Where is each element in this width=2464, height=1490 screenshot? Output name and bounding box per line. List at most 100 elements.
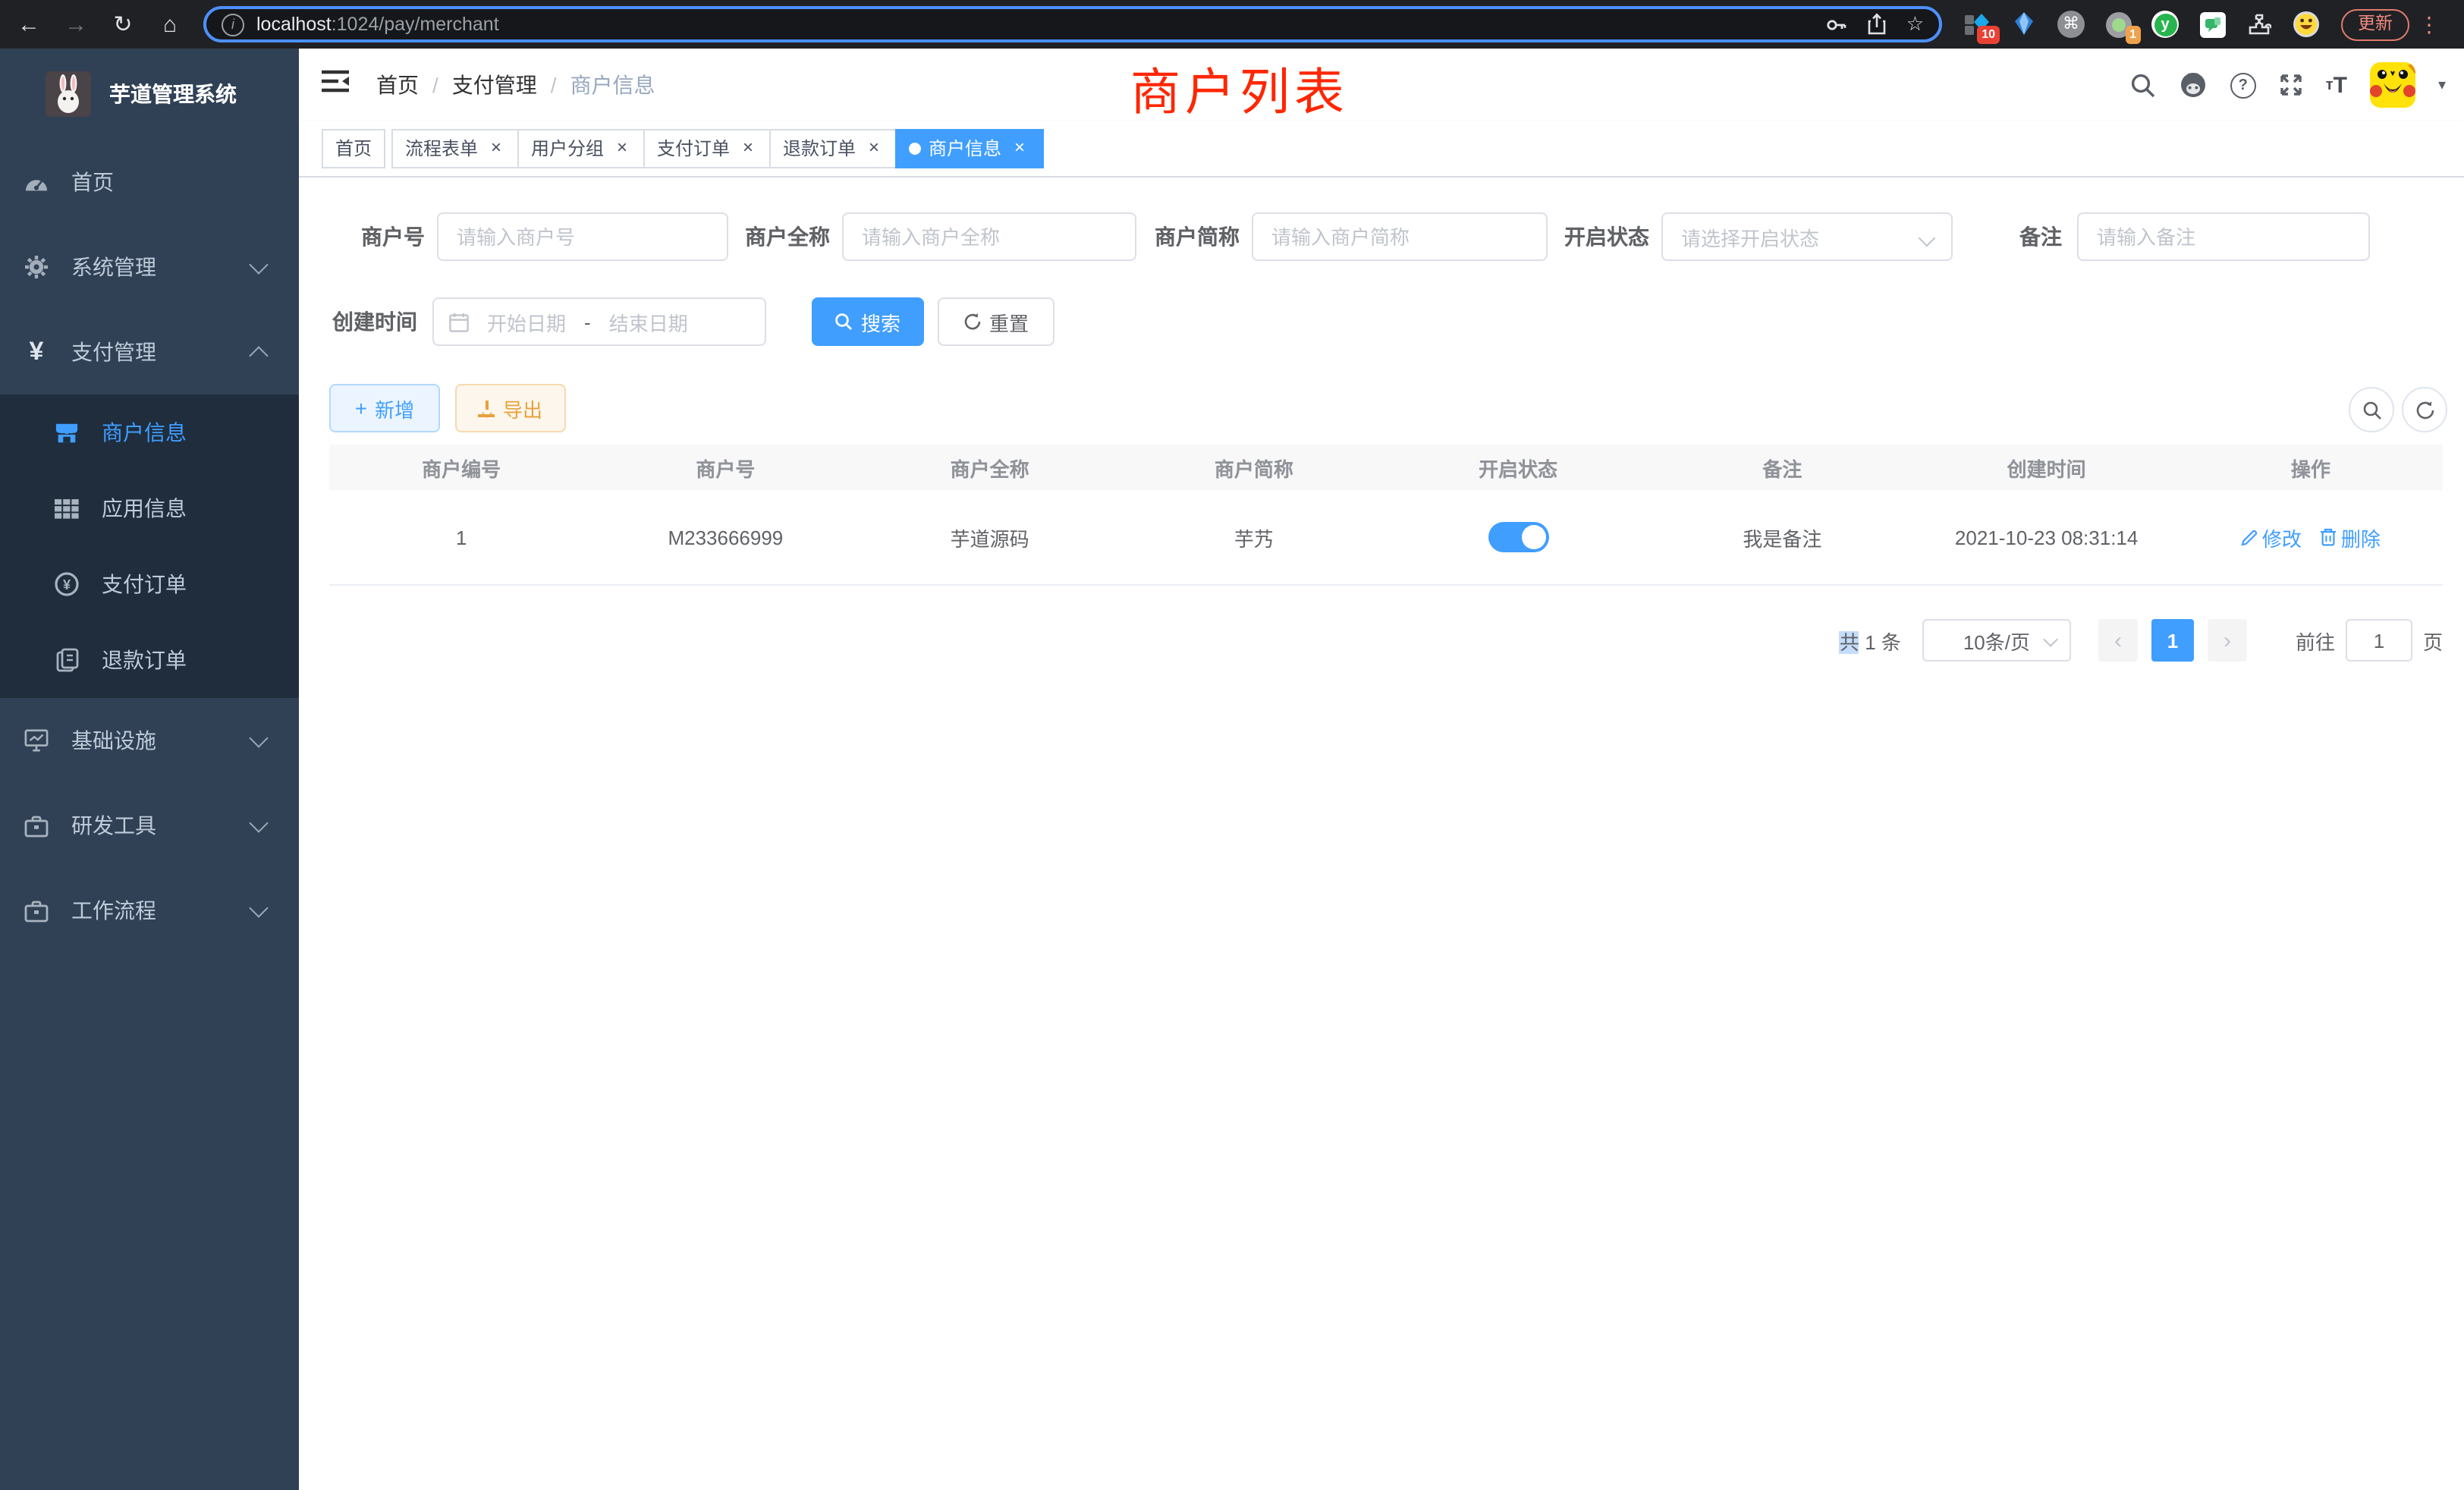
url-host: localhost [256, 14, 332, 35]
tab-user-group[interactable]: 用户分组× [517, 129, 646, 168]
chevron-down-icon [249, 255, 268, 274]
sidebar-item-system[interactable]: 系统管理 [0, 225, 299, 310]
browser-menu-kebab-icon[interactable]: ⋮ [2418, 11, 2440, 37]
status-select[interactable]: 请选择开启状态 [1661, 212, 1953, 261]
browser-toolbar: ← → ↻ ⌂ i localhost :1024/pay/merchant ☆… [0, 0, 2464, 49]
edit-link[interactable]: 修改 [2241, 523, 2302, 552]
reset-button[interactable]: 重置 [938, 297, 1054, 346]
help-icon[interactable]: ? [2230, 72, 2256, 98]
url-path: :1024/pay/merchant [332, 14, 499, 35]
breadcrumb-home[interactable]: 首页 [376, 70, 419, 100]
url-bar[interactable]: i localhost :1024/pay/merchant ☆ [203, 6, 1942, 42]
breadcrumb-section[interactable]: 支付管理 [452, 70, 537, 100]
extension-y-icon[interactable]: y [2151, 11, 2179, 38]
tab-home[interactable]: 首页 [322, 129, 385, 168]
breadcrumb: 首页 / 支付管理 / 商户信息 [376, 70, 655, 100]
download-icon [479, 400, 495, 417]
full-name-input[interactable] [842, 212, 1136, 261]
tab-process-form[interactable]: 流程表单× [391, 129, 520, 168]
remark-input[interactable] [2077, 212, 2370, 261]
col-header: 备注 [1650, 453, 1914, 482]
export-button[interactable]: 导出 [455, 384, 566, 432]
sidebar-item-label: 应用信息 [102, 493, 187, 523]
sidebar-item-label: 商户信息 [102, 417, 187, 448]
app-logo-row[interactable]: 芋道管理系统 [0, 49, 299, 140]
extension-gray-ball-icon[interactable]: 1 [2104, 11, 2132, 38]
extensions-row: 10 ⌘ 1 y [1963, 11, 2320, 38]
sidebar-collapse-icon[interactable] [322, 70, 349, 100]
grid-table-icon [55, 498, 79, 518]
tab-refund-order[interactable]: 退款订单× [769, 129, 898, 168]
plus-icon: + [355, 396, 367, 420]
extensions-puzzle-icon[interactable] [2246, 11, 2273, 38]
col-header: 商户编号 [329, 453, 593, 482]
col-header: 开启状态 [1386, 453, 1650, 482]
close-icon[interactable]: × [1009, 138, 1030, 159]
chevron-down-icon [1919, 230, 1936, 247]
search-icon [2362, 400, 2381, 420]
caret-down-icon[interactable]: ▾ [2438, 77, 2446, 93]
info-icon[interactable]: i [222, 13, 244, 36]
search-button[interactable]: 搜索 [812, 297, 924, 346]
prev-page-button[interactable]: ‹ [2098, 619, 2138, 662]
sidebar-item-payment[interactable]: ¥ 支付管理 [0, 310, 299, 395]
sidebar-item-app-info[interactable]: 应用信息 [0, 470, 299, 546]
refresh-icon [963, 313, 982, 331]
short-name-input[interactable] [1252, 212, 1548, 261]
date-range-picker[interactable]: 开始日期 - 结束日期 [432, 297, 766, 346]
toolbox-icon [24, 899, 49, 922]
add-button[interactable]: + 新增 [329, 384, 440, 432]
breadcrumb-separator: / [551, 73, 557, 97]
filter-remark: 备注 [2007, 212, 2370, 261]
sidebar-item-devtools[interactable]: 研发工具 [0, 783, 299, 868]
delete-link[interactable]: 删除 [2320, 523, 2381, 552]
sidebar-item-refund-order[interactable]: 退款订单 [0, 622, 299, 698]
bookmark-star-icon[interactable]: ☆ [1906, 12, 1924, 36]
tab-merchant-info[interactable]: 商户信息× [895, 129, 1044, 168]
merchant-no-input[interactable] [437, 212, 728, 261]
user-avatar[interactable] [2370, 62, 2415, 108]
refresh-icon [2415, 400, 2434, 420]
page-number-1[interactable]: 1 [2151, 619, 2194, 662]
table-row: 1 M233666999 芋道源码 芋艿 我是备注 2021-10-23 08:… [329, 490, 2443, 586]
search-icon[interactable] [2130, 72, 2156, 98]
status-toggle[interactable] [1488, 522, 1548, 552]
github-icon[interactable] [2179, 71, 2208, 99]
font-size-icon[interactable]: тT [2326, 72, 2347, 98]
close-icon[interactable]: × [611, 138, 633, 159]
sidebar-item-infrastructure[interactable]: 基础设施 [0, 698, 299, 783]
yen-circle-icon: ¥ [55, 572, 79, 596]
page-size-select[interactable]: 10条/页 [1922, 619, 2071, 662]
profile-avatar-emoji[interactable] [2293, 11, 2320, 38]
back-icon[interactable]: ← [11, 11, 47, 37]
close-icon[interactable]: × [737, 138, 759, 159]
table-search-toggle-button[interactable] [2349, 387, 2394, 432]
share-icon[interactable] [1867, 12, 1888, 36]
table-header-row: 商户编号 商户号 商户全称 商户简称 开启状态 备注 创建时间 操作 [329, 445, 2443, 490]
home-icon[interactable]: ⌂ [152, 11, 188, 37]
key-icon[interactable] [1826, 13, 1849, 36]
forward-icon[interactable]: → [58, 11, 94, 37]
date-start[interactable]: 开始日期 [487, 307, 566, 336]
chevron-down-icon [249, 728, 268, 747]
table-refresh-button[interactable] [2402, 387, 2447, 432]
edit-pencil-icon [2241, 529, 2258, 545]
extension-chat-icon[interactable] [2198, 11, 2226, 38]
chrome-update-button[interactable]: 更新 [2341, 8, 2409, 40]
extension-command-icon[interactable]: ⌘ [2057, 11, 2085, 38]
sidebar-item-merchant-info[interactable]: 商户信息 [0, 395, 299, 470]
extension-blue-diamond-icon[interactable]: 10 [1963, 11, 1991, 38]
sidebar-item-pay-order[interactable]: ¥ 支付订单 [0, 546, 299, 622]
extension-blue-kite-icon[interactable] [2010, 11, 2038, 38]
date-end[interactable]: 结束日期 [609, 307, 688, 336]
close-icon[interactable]: × [863, 138, 885, 159]
sidebar-item-home[interactable]: 首页 [0, 140, 299, 225]
fullscreen-icon[interactable] [2279, 73, 2303, 97]
gear-icon [24, 255, 49, 279]
sidebar-item-workflow[interactable]: 工作流程 [0, 868, 299, 953]
tab-pay-order[interactable]: 支付订单× [643, 129, 772, 168]
next-page-button[interactable]: › [2208, 619, 2247, 662]
goto-page-input[interactable] [2346, 619, 2412, 662]
close-icon[interactable]: × [486, 138, 507, 159]
reload-icon[interactable]: ↻ [105, 11, 141, 38]
